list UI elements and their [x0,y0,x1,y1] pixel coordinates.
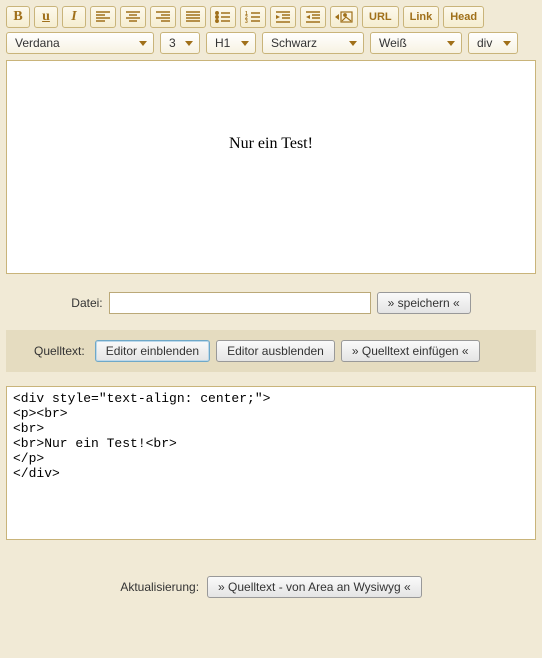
source-panel-label: Quelltext: [34,344,85,358]
source-panel: Quelltext: Editor einblenden Editor ausb… [6,330,536,372]
format-toolbar: B u I 123 [6,6,536,28]
footer-label: Aktualisierung: [120,580,199,594]
footer-row: Aktualisierung: » Quelltext - von Area a… [6,576,536,598]
show-editor-button[interactable]: Editor einblenden [95,340,210,362]
indent-icon [305,11,321,23]
text-color-value: Schwarz [271,36,317,50]
bold-button[interactable]: B [6,6,30,28]
underline-button[interactable]: u [34,6,58,28]
bg-color-select[interactable]: Weiß [370,32,462,54]
chevron-down-icon [185,41,193,46]
chevron-down-icon [447,41,455,46]
tag-select-value: div [477,36,492,50]
link-button[interactable]: Link [403,6,440,28]
heading-select[interactable]: H1 [206,32,256,54]
save-button[interactable]: » speichern « [377,292,471,314]
italic-button[interactable]: I [62,6,86,28]
ordered-list-icon: 123 [245,11,261,23]
align-justify-button[interactable] [180,6,206,28]
align-justify-icon [185,11,201,23]
indent-button[interactable] [300,6,326,28]
url-button[interactable]: URL [362,6,399,28]
text-color-select[interactable]: Schwarz [262,32,364,54]
bg-color-value: Weiß [379,36,407,50]
align-center-button[interactable] [120,6,146,28]
chevron-down-icon [139,41,147,46]
chevron-down-icon [503,41,511,46]
file-row: Datei: » speichern « [6,292,536,314]
size-select-value: 3 [169,36,176,50]
unordered-list-button[interactable] [210,6,236,28]
font-select[interactable]: Verdana [6,32,154,54]
chevron-down-icon [241,41,249,46]
editor-content-text: Nur ein Test! [229,135,313,153]
insert-source-button[interactable]: » Quelltext einfügen « [341,340,480,362]
align-right-icon [155,11,171,23]
hide-editor-button[interactable]: Editor ausblenden [216,340,335,362]
chevron-down-icon [349,41,357,46]
head-button[interactable]: Head [443,6,484,28]
sync-source-button[interactable]: » Quelltext - von Area an Wysiwyg « [207,576,422,598]
outdent-button[interactable] [270,6,296,28]
file-label: Datei: [71,296,102,310]
svg-text:3: 3 [245,19,248,23]
size-select[interactable]: 3 [160,32,200,54]
unordered-list-icon [215,11,231,23]
source-textarea[interactable]: <div style="text-align: center;"> <p><br… [6,386,536,540]
ordered-list-button[interactable]: 123 [240,6,266,28]
outdent-icon [275,11,291,23]
heading-select-value: H1 [215,36,230,50]
tag-select[interactable]: div [468,32,518,54]
align-left-icon [95,11,111,23]
image-icon [335,11,353,23]
align-left-button[interactable] [90,6,116,28]
align-right-button[interactable] [150,6,176,28]
style-selects-row: Verdana 3 H1 Schwarz Weiß div [6,32,536,54]
insert-image-button[interactable] [330,6,358,28]
font-select-value: Verdana [15,36,60,50]
align-center-icon [125,11,141,23]
wysiwyg-editor[interactable]: Nur ein Test! [6,60,536,274]
file-input[interactable] [109,292,371,314]
